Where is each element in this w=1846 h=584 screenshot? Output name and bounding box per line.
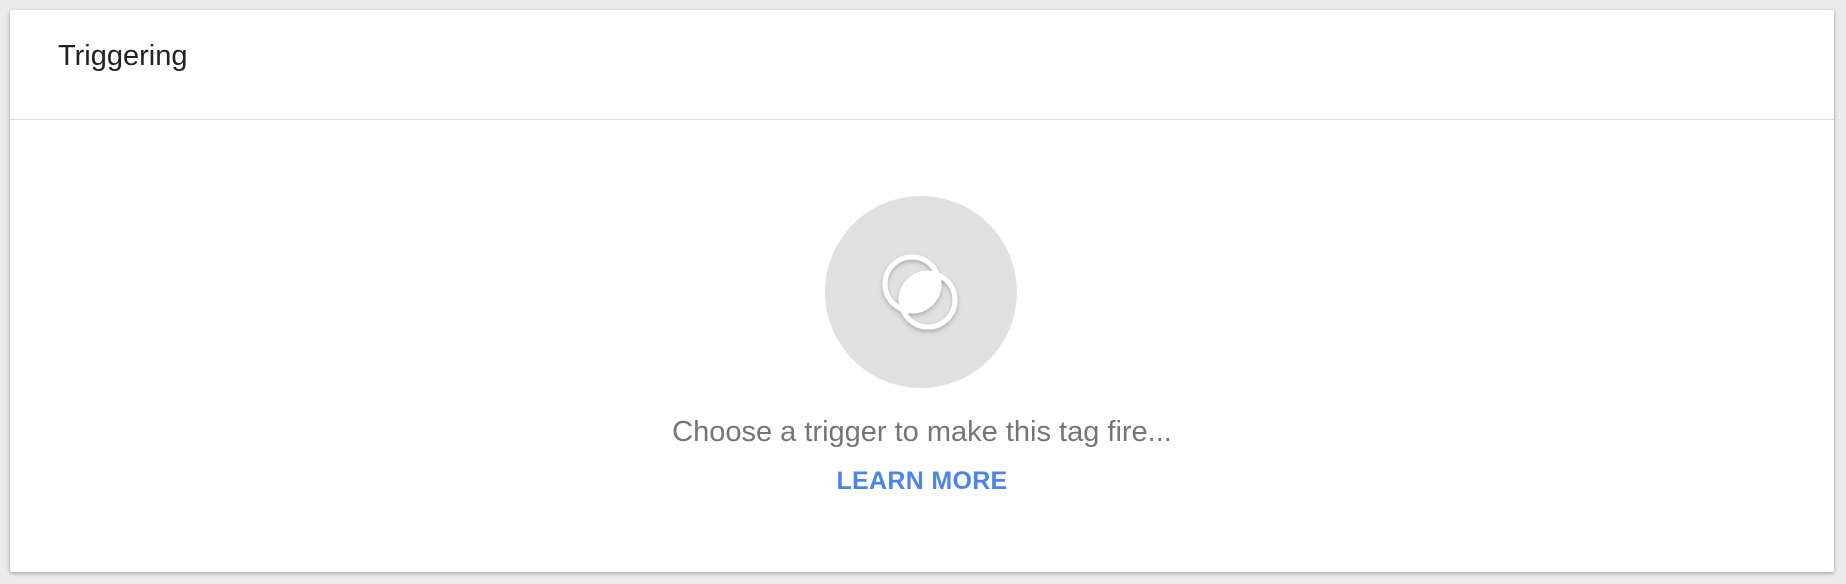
choose-trigger-button[interactable] <box>825 196 1017 388</box>
trigger-icon <box>882 254 958 330</box>
card-title: Triggering <box>58 40 188 72</box>
card-body: Choose a trigger to make this tag fire..… <box>10 120 1834 572</box>
triggering-card: Triggering Choose a trigger to make this… <box>10 10 1834 572</box>
learn-more-link[interactable]: LEARN MORE <box>836 467 1007 496</box>
empty-state-message: Choose a trigger to make this tag fire..… <box>672 416 1172 448</box>
card-header: Triggering <box>10 10 1834 120</box>
